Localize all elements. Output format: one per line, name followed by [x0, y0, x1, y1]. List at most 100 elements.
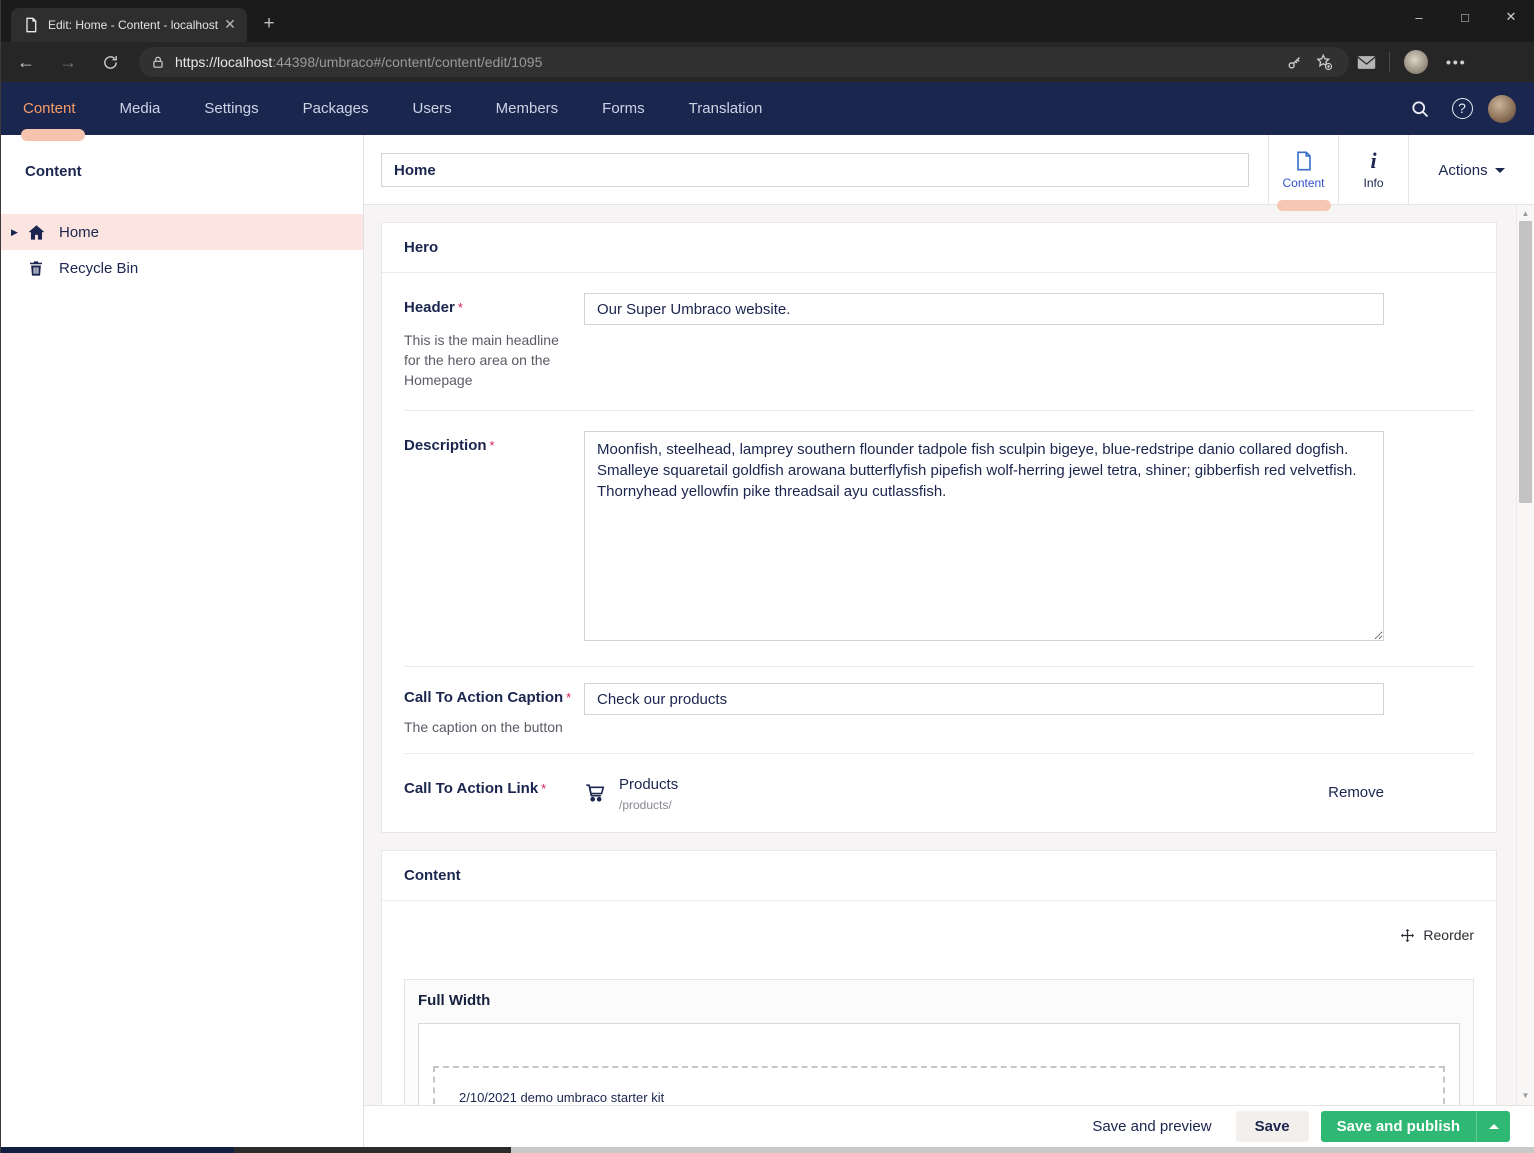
url-host: https://localhost [175, 54, 272, 70]
scrollbar-thumb[interactable] [1519, 221, 1532, 503]
property-label: Call To Action Caption [404, 689, 563, 706]
save-and-publish-label: Save and publish [1321, 1118, 1476, 1135]
reorder-label: Reorder [1423, 927, 1474, 943]
strip-segment [1, 1147, 234, 1153]
tree-item-label: Recycle Bin [59, 260, 138, 277]
browser-window: Edit: Home - Content - localhost ✕ + – □… [0, 0, 1534, 1153]
cta-caption-input[interactable] [584, 683, 1384, 715]
nav-label: Forms [602, 100, 645, 117]
actions-dropdown[interactable]: Actions [1408, 135, 1534, 205]
nav-item-packages[interactable]: Packages [281, 82, 391, 135]
forward-icon[interactable]: → [51, 47, 85, 77]
hero-group: Hero Header* This is the main headline f… [381, 222, 1497, 833]
actions-label: Actions [1438, 162, 1487, 179]
url-text[interactable]: https://localhost:44398/umbraco#/content… [175, 54, 1279, 70]
mail-icon[interactable] [1349, 47, 1383, 77]
required-asterisk: * [541, 781, 546, 796]
back-icon[interactable]: ← [9, 47, 43, 77]
editor-scroll-area: Hero Header* This is the main headline f… [364, 205, 1516, 1105]
remove-link-button[interactable]: Remove [1328, 784, 1384, 801]
required-asterisk: * [566, 690, 571, 705]
user-avatar[interactable] [1488, 95, 1516, 123]
nav-item-content[interactable]: Content [1, 82, 98, 135]
full-width-block[interactable]: Full Width 2/10/2021 demo umbraco starte… [404, 979, 1474, 1105]
move-icon [1400, 928, 1415, 943]
refresh-icon[interactable] [93, 47, 127, 77]
property-cta-caption: Call To Action Caption* The caption on t… [404, 667, 1474, 754]
property-description-field: Description* Moonfish, steelhead, lampre… [404, 411, 1474, 667]
maximize-icon[interactable]: □ [1442, 0, 1488, 34]
vertical-scrollbar[interactable]: ▲ ▼ [1516, 205, 1534, 1105]
document-icon [1293, 150, 1315, 172]
nav-item-media[interactable]: Media [98, 82, 183, 135]
browser-profile-avatar[interactable] [1404, 50, 1428, 74]
sidebar-section-title: Content [25, 163, 363, 180]
cta-link-url: /products/ [619, 798, 1328, 812]
toolbar-divider [1389, 52, 1390, 72]
tree-item-home[interactable]: ▶ Home [1, 214, 363, 250]
editor-main: Content i Info Actions [364, 135, 1534, 1153]
active-tab-underline [1277, 200, 1331, 211]
close-icon[interactable]: ✕ [1488, 0, 1534, 34]
browser-menu-icon[interactable]: ••• [1446, 54, 1467, 70]
lock-icon[interactable] [151, 55, 165, 70]
scroll-down-icon[interactable]: ▼ [1517, 1089, 1534, 1103]
nav-item-forms[interactable]: Forms [580, 82, 667, 135]
block-drop-zone[interactable]: 2/10/2021 demo umbraco starter kit [433, 1066, 1445, 1105]
url-path: :44398/umbraco#/content/content/edit/109… [272, 54, 542, 70]
save-button[interactable]: Save [1236, 1111, 1309, 1142]
content-tree-sidebar: Content ▶ Home [1, 135, 364, 1153]
nav-label: Settings [204, 100, 258, 117]
search-icon[interactable] [1404, 93, 1436, 125]
block-title: Full Width [418, 992, 1460, 1009]
block-editor-area: 2/10/2021 demo umbraco starter kit [418, 1023, 1460, 1105]
browser-tab-bar: Edit: Home - Content - localhost ✕ + – □… [1, 0, 1534, 42]
header-input[interactable] [584, 293, 1384, 325]
tab-content[interactable]: Content [1268, 135, 1338, 205]
tree-item-label: Home [59, 224, 99, 241]
save-and-publish-button[interactable]: Save and publish [1321, 1111, 1510, 1142]
scroll-up-icon[interactable]: ▲ [1517, 207, 1534, 221]
required-asterisk: * [458, 300, 463, 315]
trash-icon [27, 259, 46, 278]
new-tab-button[interactable]: + [257, 13, 281, 37]
home-icon [27, 223, 46, 242]
content-group: Content Reorder Full Width [381, 850, 1497, 1105]
description-textarea[interactable]: Moonfish, steelhead, lamprey southern fl… [584, 431, 1384, 641]
tab-close-icon[interactable]: ✕ [221, 16, 239, 34]
property-label: Description [404, 437, 487, 454]
nav-item-settings[interactable]: Settings [182, 82, 280, 135]
block-item-label: 2/10/2021 demo umbraco starter kit [459, 1090, 1419, 1105]
strip-segment [234, 1147, 511, 1153]
help-icon[interactable]: ? [1446, 93, 1478, 125]
property-cta-link: Call To Action Link* [404, 754, 1474, 832]
property-description: This is the main headline for the hero a… [404, 330, 566, 390]
nav-item-users[interactable]: Users [390, 82, 473, 135]
browser-toolbar: ← → https://localhost:44398/umbraco#/con… [1, 42, 1534, 82]
nav-item-translation[interactable]: Translation [667, 82, 785, 135]
nav-label: Content [23, 100, 76, 117]
hero-group-header: Hero [382, 223, 1496, 273]
tab-title: Edit: Home - Content - localhost [48, 18, 221, 32]
password-key-icon[interactable] [1279, 48, 1309, 76]
cart-icon [584, 782, 606, 804]
favorites-star-icon[interactable] [1309, 48, 1339, 76]
nav-item-members[interactable]: Members [474, 82, 581, 135]
cta-link-title[interactable]: Products [619, 776, 1328, 793]
required-asterisk: * [490, 438, 495, 453]
minimize-icon[interactable]: – [1396, 0, 1442, 34]
page-title-input[interactable] [381, 153, 1249, 187]
reorder-control[interactable]: Reorder [404, 927, 1474, 943]
favicon-page-icon [23, 17, 39, 33]
tree-item-recycle-bin[interactable]: Recycle Bin [1, 250, 363, 286]
expand-caret-icon[interactable]: ▶ [11, 227, 18, 238]
browser-tab[interactable]: Edit: Home - Content - localhost ✕ [11, 8, 247, 42]
chevron-down-icon [1495, 168, 1505, 173]
publish-options-toggle[interactable] [1476, 1111, 1510, 1142]
tab-info[interactable]: i Info [1338, 135, 1408, 205]
chevron-up-icon [1489, 1124, 1499, 1129]
nav-label: Packages [303, 100, 369, 117]
address-bar[interactable]: https://localhost:44398/umbraco#/content… [139, 47, 1349, 77]
nav-label: Users [412, 100, 451, 117]
save-and-preview-button[interactable]: Save and preview [1092, 1118, 1211, 1135]
